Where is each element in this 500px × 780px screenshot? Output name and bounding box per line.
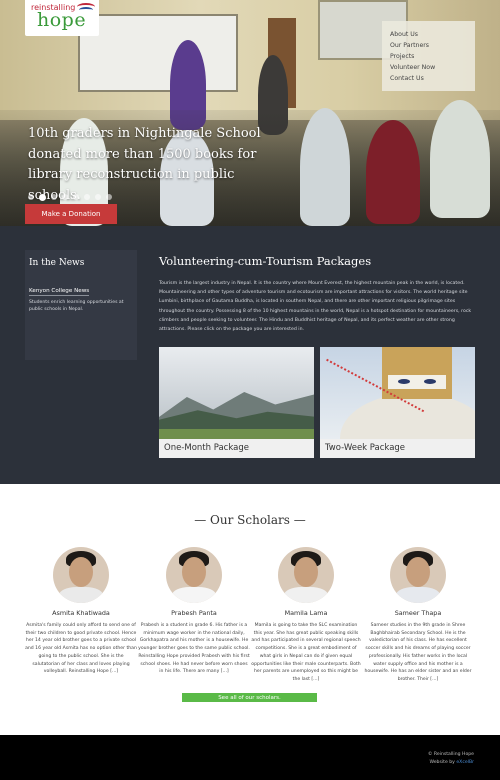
news-panel: In the News Kenyon College News Students… bbox=[25, 250, 137, 360]
volunteer-text: Tourism is the largest industry in Nepal… bbox=[159, 281, 472, 333]
logo-swoosh-icon bbox=[79, 7, 93, 13]
credit-link[interactable]: eXcelBr bbox=[456, 760, 474, 765]
scholars-section: — Our Scholars — Asmita Khatiwada Asmita… bbox=[0, 484, 500, 735]
slide-indicators bbox=[28, 194, 112, 201]
credit-prefix: Website by bbox=[429, 760, 455, 765]
student-figure bbox=[300, 108, 350, 226]
info-section: In the News Kenyon College News Students… bbox=[0, 226, 500, 484]
scholar-name: Asmita Khatiwada bbox=[52, 609, 110, 617]
scholar-card[interactable]: Mamila Lama Mamila is going to take the … bbox=[250, 547, 362, 684]
scholar-name: Prabesh Panta bbox=[171, 609, 217, 617]
main-nav: About Us Our Partners Projects Volunteer… bbox=[382, 21, 475, 91]
nav-volunteer-now[interactable]: Volunteer Now bbox=[390, 62, 475, 73]
hero-slideshow: reinstalling hope About Us Our Partners … bbox=[0, 0, 500, 226]
slide-dot[interactable] bbox=[84, 194, 90, 200]
avatar bbox=[166, 547, 222, 603]
slide-dot[interactable] bbox=[51, 194, 57, 200]
nav-contact-us[interactable]: Contact Us bbox=[390, 73, 475, 84]
scholar-name: Sameer Thapa bbox=[394, 609, 442, 617]
news-text: Students enrich learning opportunities a… bbox=[29, 300, 124, 312]
news-title: In the News bbox=[29, 258, 85, 268]
scholar-bio: Mamila is going to take the SLC examinat… bbox=[251, 623, 361, 682]
slide-dot[interactable] bbox=[28, 194, 34, 200]
site-footer: © Reinstalling Hope Website by eXcelBr bbox=[0, 735, 500, 780]
logo-text-main: hope bbox=[37, 9, 87, 31]
whiteboard bbox=[78, 14, 238, 92]
package-card-two-week[interactable]: Two-Week Package bbox=[320, 347, 475, 458]
nav-our-partners[interactable]: Our Partners bbox=[390, 40, 475, 51]
scholar-card[interactable]: Prabesh Panta Prabesh is a student in gr… bbox=[138, 547, 250, 676]
credit-line: Website by eXcelBr bbox=[428, 759, 474, 767]
scholar-bio: Prabesh is a student in grade 6. His fat… bbox=[138, 623, 250, 675]
slide-dot[interactable] bbox=[95, 194, 101, 200]
footer-credits: © Reinstalling Hope Website by eXcelBr bbox=[428, 751, 474, 767]
scholar-bio: Asmita's family could only afford to sen… bbox=[25, 623, 137, 675]
slide-dot[interactable] bbox=[73, 194, 79, 200]
site-logo[interactable]: reinstalling hope bbox=[25, 0, 99, 36]
scholar-card[interactable]: Sameer Thapa Sameer studies in the 9th g… bbox=[362, 547, 474, 684]
scholar-bio: Sameer studies in the 9th grade in Shree… bbox=[364, 623, 472, 682]
nav-about-us[interactable]: About Us bbox=[390, 29, 475, 40]
slide-dot[interactable] bbox=[106, 194, 112, 200]
scholar-name: Mamila Lama bbox=[284, 609, 328, 617]
slide-dot[interactable] bbox=[62, 194, 68, 200]
avatar bbox=[390, 547, 446, 603]
volunteer-title: Volunteering-cum-Tourism Packages bbox=[159, 254, 372, 268]
stupa-image bbox=[320, 347, 475, 439]
package-card-one-month[interactable]: One-Month Package bbox=[159, 347, 314, 458]
slide-dot-active[interactable] bbox=[39, 194, 46, 201]
copyright-text: © Reinstalling Hope bbox=[427, 752, 474, 757]
see-all-scholars-button[interactable]: See all of our scholars. bbox=[182, 693, 317, 702]
donate-button[interactable]: Make a Donation bbox=[25, 204, 117, 224]
mountain-image bbox=[159, 347, 314, 439]
avatar bbox=[53, 547, 109, 603]
avatar bbox=[278, 547, 334, 603]
scholars-title: — Our Scholars — bbox=[194, 513, 306, 527]
volunteer-section: Volunteering-cum-Tourism Packages Touris… bbox=[159, 254, 475, 334]
news-link[interactable]: Kenyon College News bbox=[29, 288, 90, 296]
scholar-card[interactable]: Asmita Khatiwada Asmita's family could o… bbox=[25, 547, 137, 676]
package-label: One-Month Package bbox=[164, 443, 249, 453]
package-label: Two-Week Package bbox=[325, 443, 406, 453]
nav-projects[interactable]: Projects bbox=[390, 51, 475, 62]
student-figure bbox=[366, 120, 420, 224]
student-figure bbox=[430, 100, 490, 218]
